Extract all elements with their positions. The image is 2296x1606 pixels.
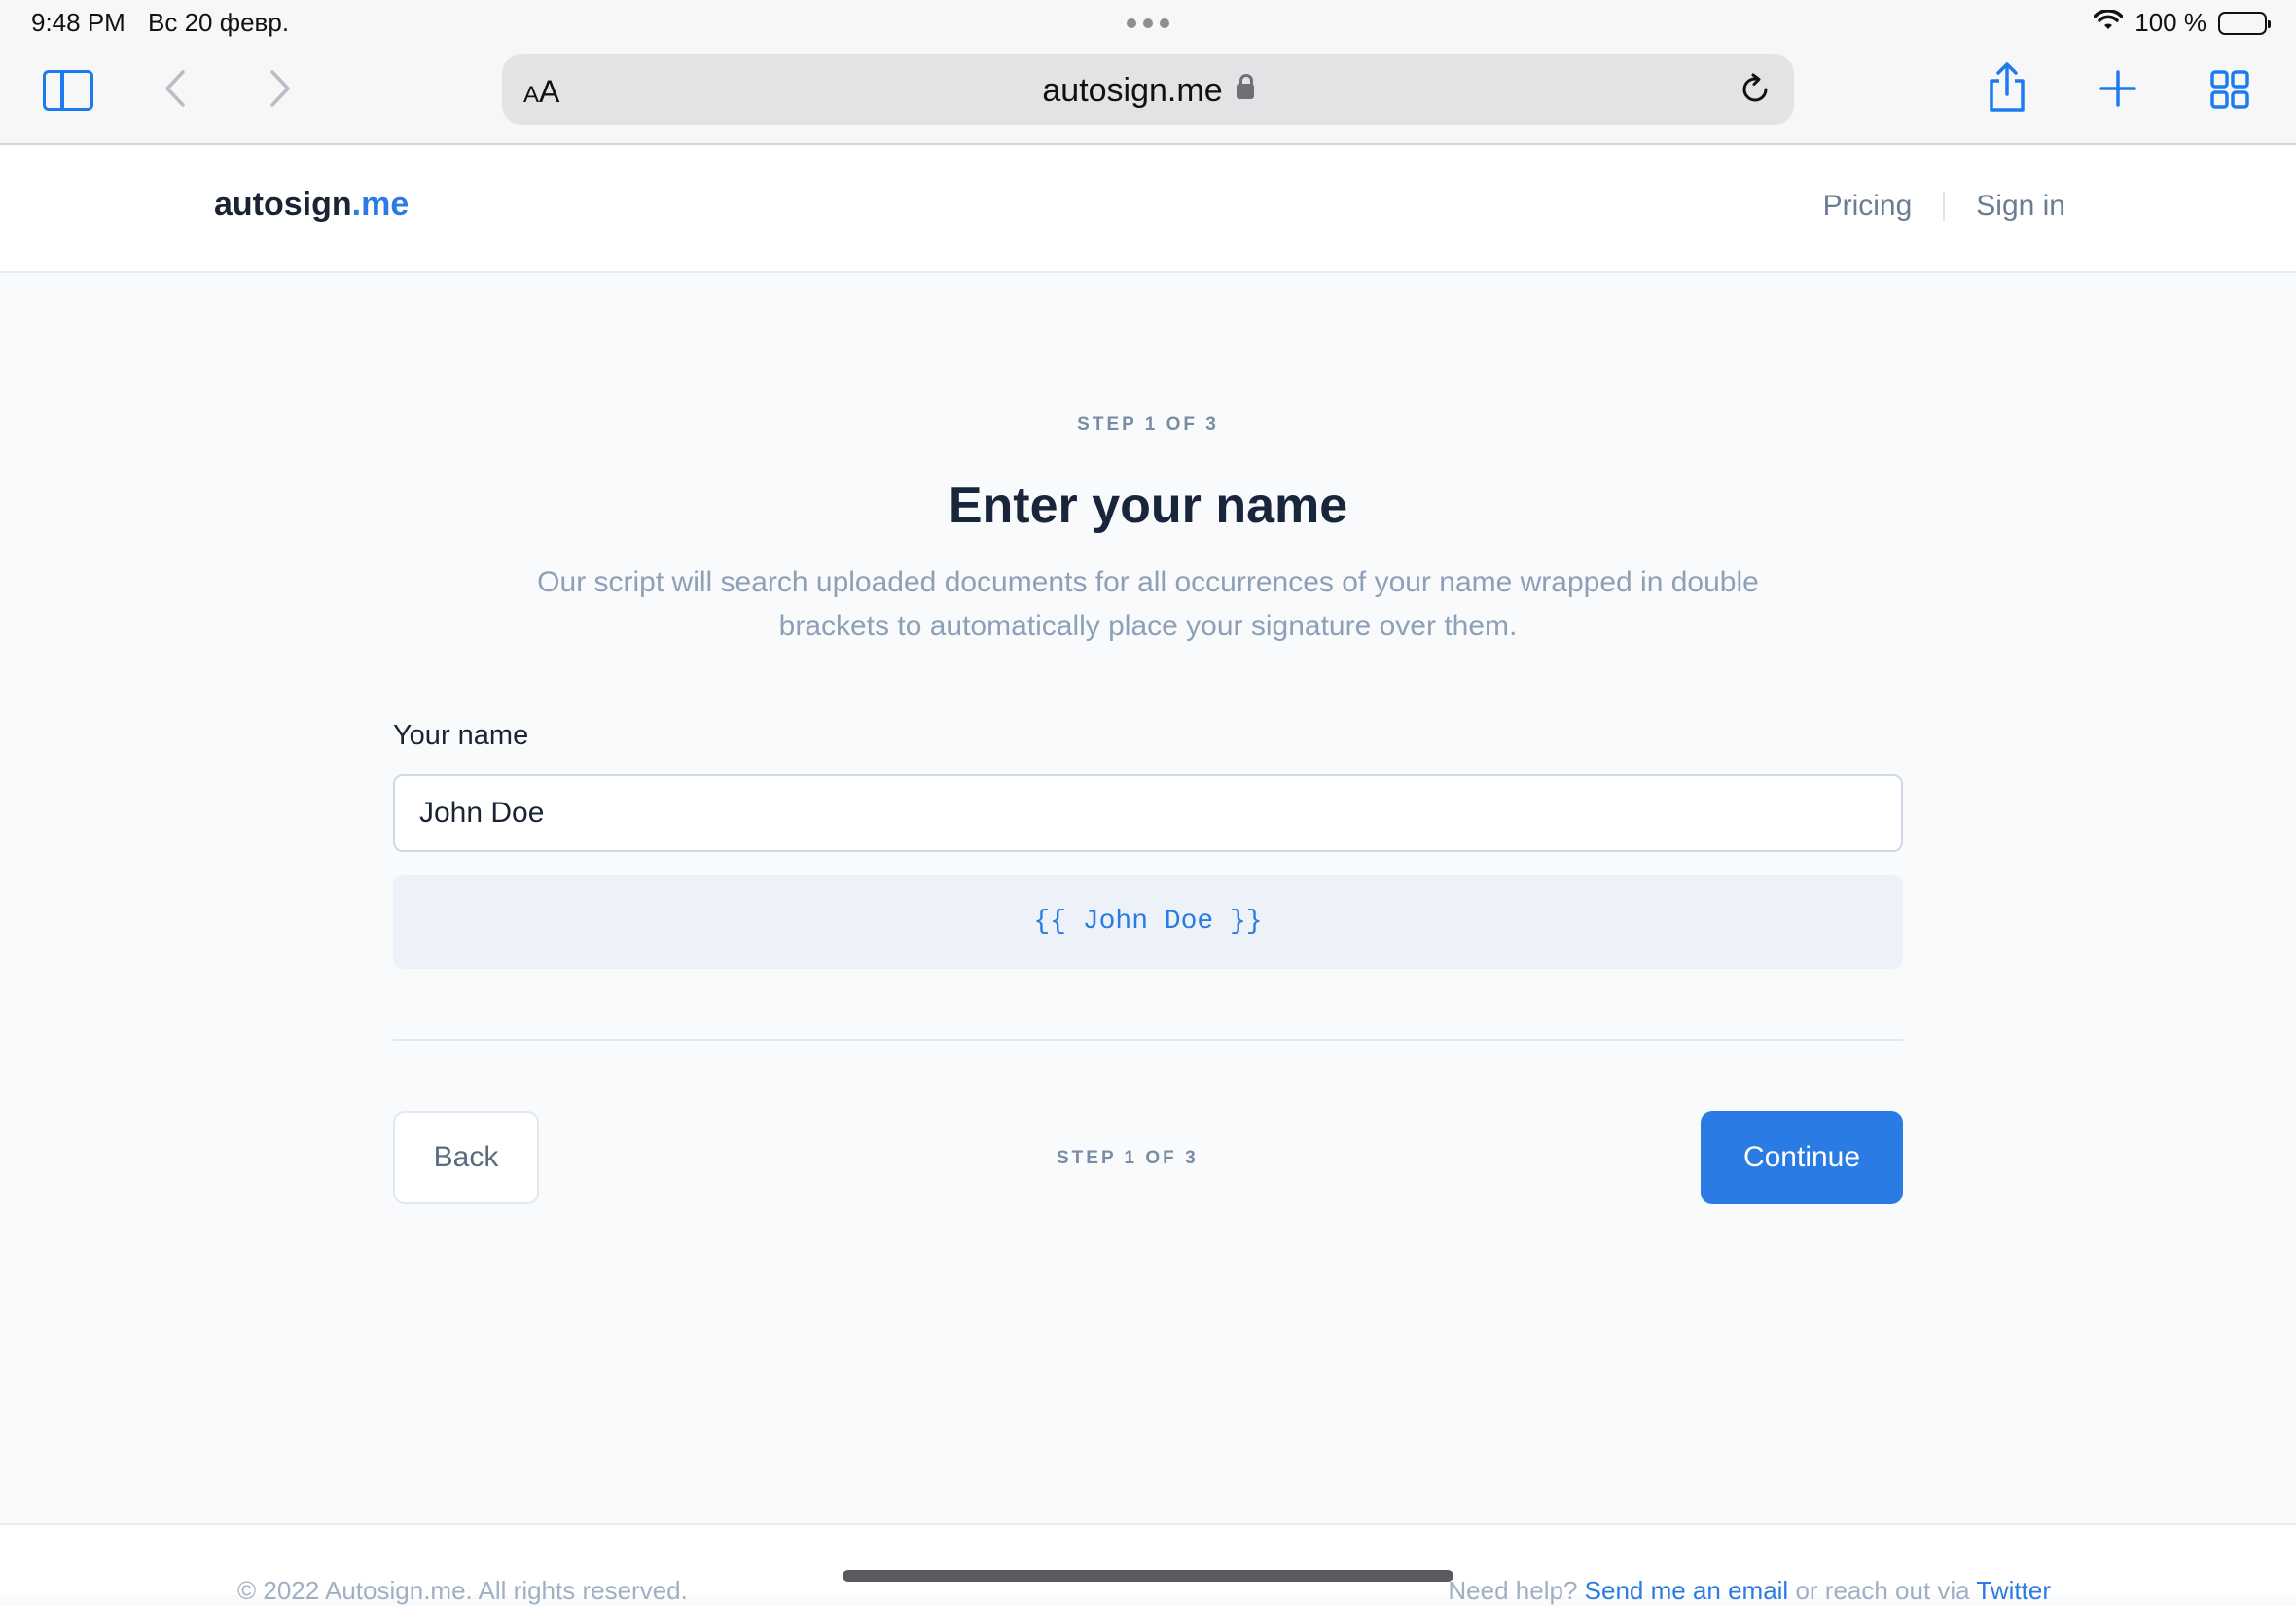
sidebar-icon[interactable] <box>43 70 93 111</box>
site-header: autosign.me Pricing Sign in <box>0 145 2296 273</box>
status-right: 100 % <box>2094 8 2271 38</box>
logo-accent: .me <box>351 186 410 223</box>
step-indicator-bottom: STEP 1 OF 3 <box>1057 1148 1199 1168</box>
battery-percent: 100 % <box>2135 8 2206 37</box>
name-preview: {{ John Doe }} <box>393 875 1903 969</box>
tabs-grid-icon[interactable] <box>2208 68 2251 111</box>
reload-icon[interactable] <box>1734 68 1776 111</box>
nav-pricing-link[interactable]: Pricing <box>1823 190 1913 223</box>
page-description: Our script will search uploaded document… <box>537 566 1759 642</box>
lock-icon <box>1236 74 1254 99</box>
help-middle: or reach out via <box>1795 1576 1970 1605</box>
logo-main: autosign <box>214 186 352 223</box>
back-icon[interactable] <box>156 64 195 113</box>
help-text: Need help? Send me an email or reach out… <box>1448 1576 2051 1606</box>
forward-icon[interactable] <box>261 64 300 113</box>
plus-icon[interactable] <box>2094 64 2142 113</box>
site-nav: Pricing Sign in <box>1823 190 2065 223</box>
name-input[interactable] <box>393 774 1903 852</box>
help-prefix: Need help? <box>1448 1576 1578 1605</box>
twitter-link[interactable]: Twitter <box>1976 1576 2051 1605</box>
address-bar[interactable]: AA autosign.me <box>502 54 1794 125</box>
multitasking-dots-icon[interactable] <box>1127 18 1169 28</box>
battery-icon <box>2218 11 2271 35</box>
url-text: autosign.me <box>1042 72 1223 109</box>
home-indicator[interactable] <box>843 1570 1453 1582</box>
nav-divider <box>1943 192 1946 221</box>
site-footer: © 2022 Autosign.me. All rights reserved.… <box>0 1523 2296 1605</box>
url-field[interactable]: autosign.me <box>502 72 1794 110</box>
nav-sign-in-link[interactable]: Sign in <box>1976 190 2065 223</box>
continue-button[interactable]: Continue <box>1701 1111 1903 1204</box>
share-icon[interactable] <box>1983 58 2031 117</box>
browser-chrome: 9:48 PM Вс 20 февр. 100 % AA autosign.me <box>0 0 2296 145</box>
email-link[interactable]: Send me an email <box>1585 1576 1789 1605</box>
divider <box>393 1039 1903 1041</box>
status-time: 9:48 PM <box>31 8 126 37</box>
back-button[interactable]: Back <box>393 1111 539 1204</box>
copyright-text: © 2022 Autosign.me. All rights reserved. <box>237 1576 688 1605</box>
step-indicator-top: STEP 1 OF 3 <box>1077 414 1219 435</box>
site-logo[interactable]: autosign.me <box>214 186 409 224</box>
wifi-icon <box>2094 8 2124 38</box>
page-title: Enter your name <box>948 478 1348 534</box>
status-date: Вс 20 февр. <box>148 8 290 37</box>
name-field-label: Your name <box>393 720 529 751</box>
